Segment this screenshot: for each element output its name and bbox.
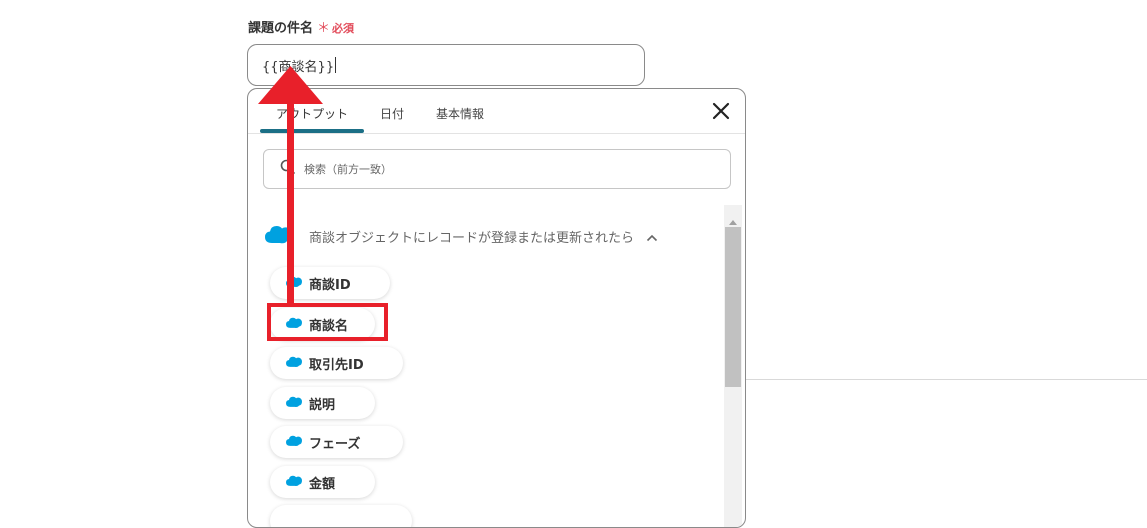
active-tab-indicator bbox=[260, 129, 364, 133]
salesforce-cloud-icon bbox=[264, 223, 293, 249]
output-item-label: 説明 bbox=[309, 397, 336, 413]
salesforce-cloud-icon bbox=[285, 355, 303, 372]
group-title: 商談オブジェクトにレコードが登録または更新されたら bbox=[309, 230, 635, 246]
output-item-label: 金額 bbox=[309, 476, 336, 492]
salesforce-cloud-icon bbox=[285, 275, 303, 292]
close-icon[interactable] bbox=[711, 101, 731, 121]
tab-date[interactable]: 日付 bbox=[380, 105, 404, 122]
required-asterisk: ＊ bbox=[317, 21, 331, 36]
output-item-account-id[interactable]: 取引先ID bbox=[270, 347, 403, 379]
search-field[interactable] bbox=[263, 149, 731, 189]
output-item-amount[interactable]: 金額 bbox=[270, 466, 375, 498]
chevron-up-icon[interactable] bbox=[646, 227, 658, 246]
search-input[interactable] bbox=[302, 161, 706, 177]
salesforce-cloud-icon bbox=[285, 434, 303, 451]
group-header[interactable]: 商談オブジェクトにレコードが登録または更新されたら bbox=[264, 223, 658, 249]
output-item-label: フェーズ bbox=[309, 436, 361, 452]
search-icon bbox=[280, 159, 296, 179]
salesforce-cloud-icon bbox=[285, 395, 303, 412]
tab-basic-info[interactable]: 基本情報 bbox=[436, 105, 484, 122]
output-item-description[interactable]: 説明 bbox=[270, 387, 375, 419]
output-item-deal-id[interactable]: 商談ID bbox=[270, 267, 390, 299]
required-badge: 必須 bbox=[332, 22, 355, 35]
tab-bar: アウトプット 日付 基本情報 bbox=[248, 89, 745, 134]
text-caret bbox=[335, 57, 337, 73]
field-label-text: 課題の件名 bbox=[248, 21, 314, 36]
output-item-label: 取引先ID bbox=[309, 357, 364, 373]
output-item-phase[interactable]: フェーズ bbox=[270, 426, 403, 458]
field-label: 課題の件名＊必須 bbox=[248, 17, 354, 36]
scrollbar-thumb[interactable] bbox=[725, 227, 741, 387]
annotation-highlight-box bbox=[267, 303, 388, 341]
subject-input-value: {{商談名}} bbox=[262, 59, 335, 75]
divider-line bbox=[746, 379, 1147, 380]
subject-input[interactable]: {{商談名}} bbox=[247, 44, 645, 86]
output-item-label: 商談ID bbox=[309, 277, 351, 293]
salesforce-cloud-icon bbox=[285, 474, 303, 491]
tab-output[interactable]: アウトプット bbox=[276, 105, 348, 122]
output-item-next[interactable] bbox=[270, 505, 412, 527]
